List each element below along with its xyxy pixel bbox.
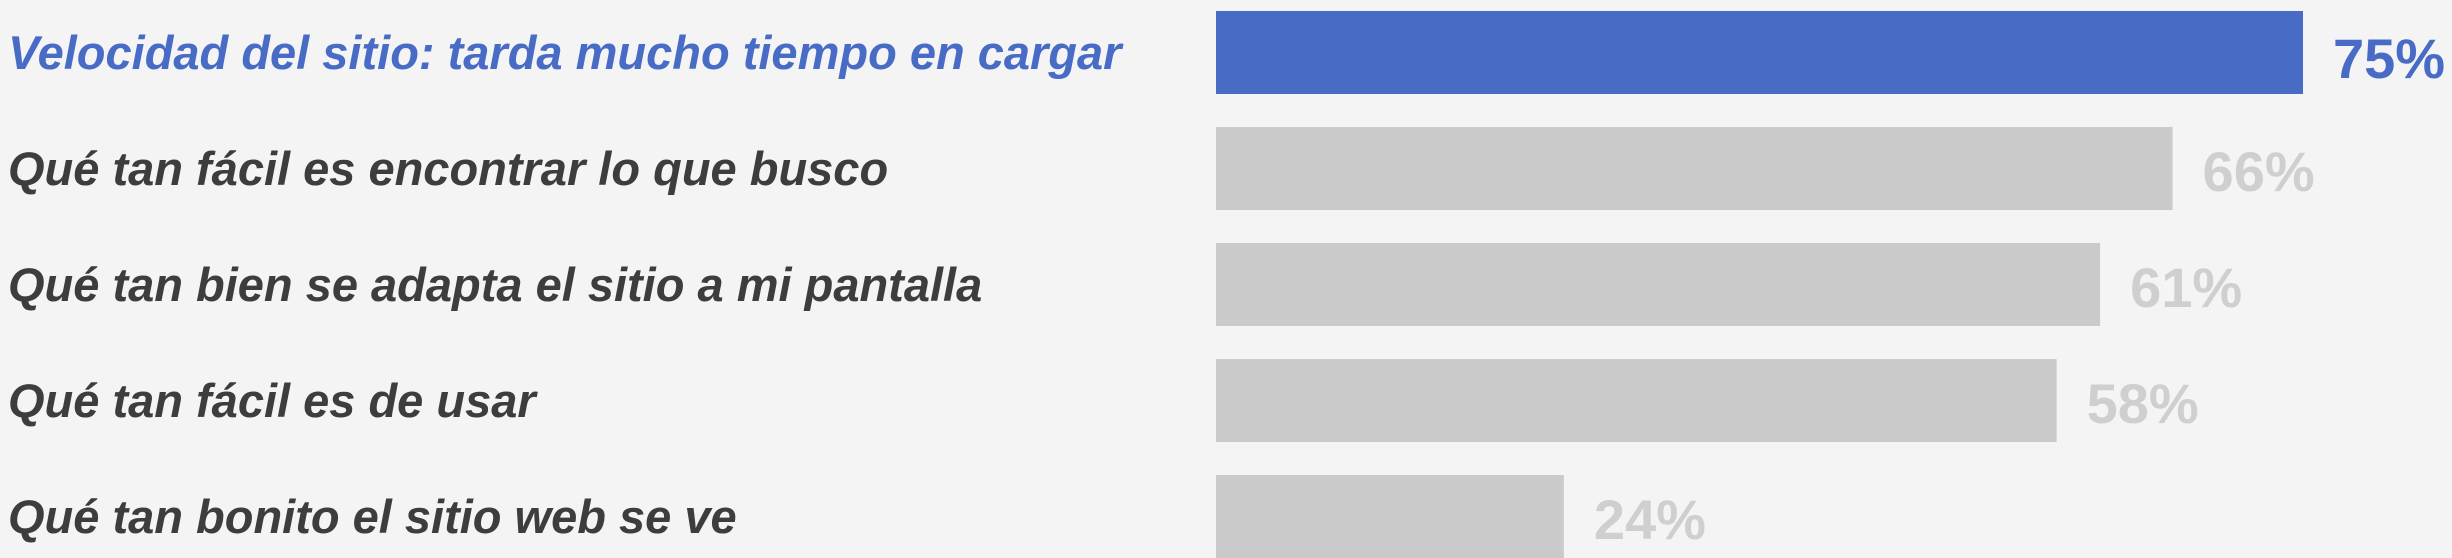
value-label-0: 75% [2333, 27, 2445, 90]
category-label-4: Qué tan bonito el sitio web se ve [8, 490, 737, 543]
category-label-2: Qué tan bien se adapta el sitio a mi pan… [8, 258, 982, 311]
category-label-3: Qué tan fácil es de usar [8, 374, 538, 427]
category-label-0: Velocidad del sitio: tarda mucho tiempo … [8, 26, 1124, 79]
bar-4 [1216, 475, 1564, 558]
bar-3 [1216, 359, 2057, 442]
bar-0 [1216, 11, 2303, 94]
category-label-1: Qué tan fácil es encontrar lo que busco [8, 142, 888, 195]
bar-2 [1216, 243, 2101, 326]
bar-1 [1216, 127, 2173, 210]
value-label-1: 66% [2203, 140, 2315, 203]
value-label-3: 58% [2087, 372, 2199, 435]
value-label-2: 61% [2130, 256, 2242, 319]
value-label-4: 24% [1594, 488, 1706, 551]
bar-chart: Velocidad del sitio: tarda mucho tiempo … [8, 11, 2445, 558]
